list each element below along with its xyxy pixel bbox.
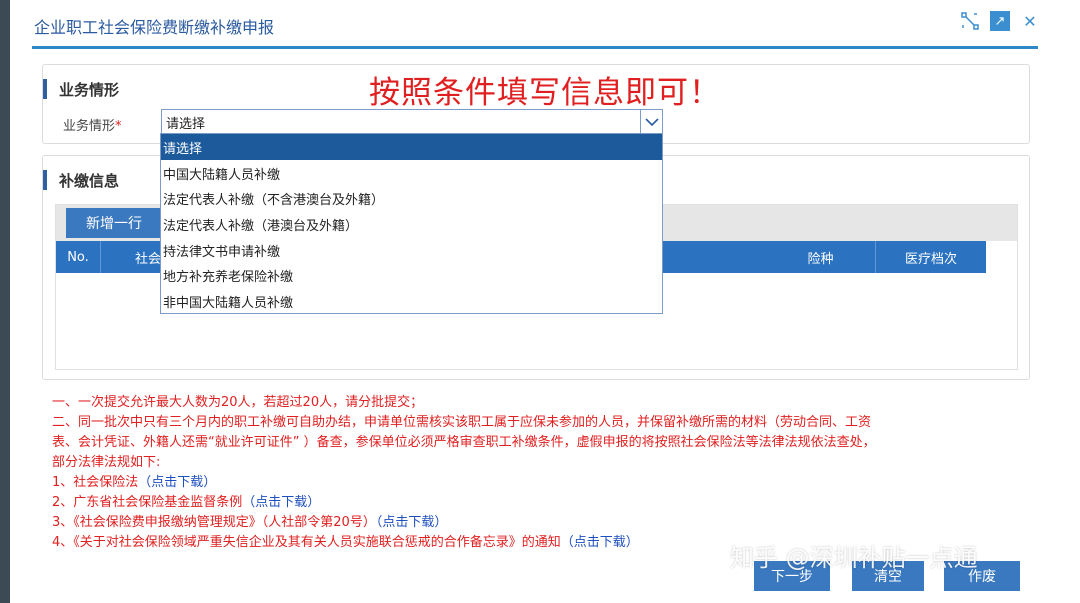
law-2-text: 2、广东省社会保险基金监督条例 xyxy=(52,495,243,510)
add-row-button[interactable]: 新增一行 xyxy=(66,208,162,238)
chevron-down-icon[interactable] xyxy=(640,110,662,133)
dropdown-option[interactable]: 法定代表人补缴（港澳台及外籍） xyxy=(161,211,662,237)
dialog-window: 企业职工社会保险费断缴补缴申报 ↗ ✕ 业务情形 按照条件填写信息即可！ 业务情… xyxy=(10,0,1080,603)
law-item-1: 1、社会保险法（点击下载） xyxy=(52,473,1032,493)
panel-accent-bar xyxy=(43,170,47,190)
dropdown-option[interactable]: 法定代表人补缴（不含港澳台及外籍） xyxy=(161,185,662,211)
title-divider xyxy=(32,46,1038,49)
dropdown-option[interactable]: 地方补充养老保险补缴 xyxy=(161,262,662,288)
law-item-3: 3、《社会保险费申报缴纳管理规定》（人社部令第20号）（点击下载） xyxy=(52,513,1032,533)
business-type-label-text: 业务情形 xyxy=(63,119,116,134)
window-title: 企业职工社会保险费断缴补缴申报 xyxy=(34,18,275,37)
law-4-download-link[interactable]: （点击下载） xyxy=(561,535,639,550)
supplement-panel-title: 补缴信息 xyxy=(59,171,120,190)
resize-icon[interactable] xyxy=(960,11,980,31)
law-4-text: 4、《关于对社会保险领域严重失信企业及其有关人员实施联合惩戒的合作备忘录》的通知 xyxy=(52,535,561,550)
required-mark: * xyxy=(115,119,122,134)
note-line-2c: 部分法律法规如下: xyxy=(52,455,161,470)
law-item-2: 2、广东省社会保险基金监督条例（点击下载） xyxy=(52,493,1032,513)
column-header-medical-level: 医疗档次 xyxy=(904,251,957,267)
business-type-label: 业务情形* xyxy=(63,115,122,134)
slogan-text: 按照条件填写信息即可！ xyxy=(369,75,721,111)
popout-icon[interactable]: ↗ xyxy=(990,11,1010,31)
column-header-no: No. xyxy=(56,241,101,273)
business-panel: 业务情形 按照条件填写信息即可！ 业务情形* 请选择 xyxy=(42,64,1030,144)
business-type-dropdown: 请选择 中国大陆籍人员补缴 法定代表人补缴（不含港澳台及外籍） 法定代表人补缴（… xyxy=(160,133,663,314)
title-bar: 企业职工社会保险费断缴补缴申报 ↗ ✕ xyxy=(10,0,1080,49)
close-icon[interactable]: ✕ xyxy=(1020,11,1040,31)
business-panel-title: 业务情形 xyxy=(59,80,120,99)
law-3-download-link[interactable]: （点击下载） xyxy=(376,515,448,530)
notes-section: 一、一次提交允许最大人数为20人，若超过20人，请分批提交； 二、同一批次中只有… xyxy=(52,393,1032,553)
business-panel-header: 业务情形 xyxy=(43,79,119,99)
supplement-panel-header: 补缴信息 xyxy=(43,170,119,190)
law-3-text: 3、《社会保险费申报缴纳管理规定》（人社部令第20号） xyxy=(52,515,376,530)
dropdown-option[interactable]: 中国大陆籍人员补缴 xyxy=(161,160,662,186)
dropdown-option[interactable]: 非中国大陆籍人员补缴 xyxy=(161,288,662,314)
watermark-text: 知乎 @深圳补贴一点通 xyxy=(730,544,978,572)
dropdown-option[interactable]: 请选择 xyxy=(161,134,662,160)
panel-accent-bar xyxy=(43,79,47,99)
column-header-insurance-type: 险种 xyxy=(766,241,876,273)
dropdown-option[interactable]: 持法律文书申请补缴 xyxy=(161,237,662,263)
business-type-select[interactable]: 请选择 xyxy=(161,109,663,134)
law-1-text: 1、社会保险法 xyxy=(52,475,139,490)
law-2-download-link[interactable]: （点击下载） xyxy=(242,495,320,510)
window-controls: ↗ ✕ xyxy=(960,11,1040,31)
select-value: 请选择 xyxy=(166,117,206,132)
law-1-download-link[interactable]: （点击下载） xyxy=(138,475,216,490)
note-line-1: 一、一次提交允许最大人数为20人，若超过20人，请分批提交； xyxy=(52,395,424,410)
note-line-2b: 表、会计凭证、外籍人还需“就业许可证件” ）备查，参保单位必须严格审查职工补缴条… xyxy=(52,435,876,450)
note-line-2a: 二、同一批次中只有三个月内的职工补缴可自助办结，申请单位需核实该职工属于应保未参… xyxy=(52,415,872,430)
